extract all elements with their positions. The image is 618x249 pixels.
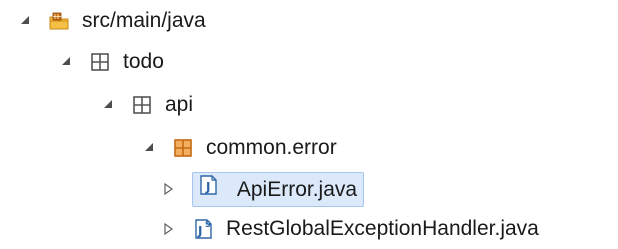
java-file-icon: J bbox=[197, 174, 219, 196]
expanded-triangle-icon[interactable] bbox=[59, 55, 73, 69]
tree-node-apierror-java[interactable]: J ApiError.java bbox=[162, 171, 365, 207]
package-icon bbox=[131, 94, 153, 116]
tree-node-src-main-java[interactable]: src/main/java bbox=[18, 4, 209, 38]
tree-node-label: common.error bbox=[206, 136, 337, 159]
tree-node-label: src/main/java bbox=[82, 9, 206, 32]
project-explorer-tree: src/main/java todo api common.error J Ap… bbox=[0, 0, 618, 249]
java-source-icon-with-s-overlay: J S bbox=[192, 218, 214, 240]
tree-node-todo[interactable]: todo bbox=[59, 45, 167, 79]
tree-node-restglobalexceptionhandler-java[interactable]: J S RestGlobalExceptionHandler.java bbox=[162, 212, 618, 246]
tree-node-api[interactable]: api bbox=[101, 88, 196, 122]
tree-node-label: ApiError.java bbox=[236, 177, 358, 201]
expanded-triangle-icon[interactable] bbox=[142, 141, 156, 155]
package-icon bbox=[89, 51, 111, 73]
selected-tree-node[interactable]: J ApiError.java bbox=[192, 171, 365, 207]
collapsed-triangle-icon[interactable] bbox=[162, 182, 176, 196]
package-icon bbox=[172, 137, 194, 159]
tree-node-label: RestGlobalExceptionHandler.java bbox=[226, 217, 539, 240]
source-folder-icon bbox=[48, 10, 70, 32]
expanded-triangle-icon[interactable] bbox=[101, 98, 115, 112]
svg-text:S: S bbox=[205, 220, 211, 229]
tree-node-common-error[interactable]: common.error bbox=[142, 131, 340, 165]
expanded-triangle-icon[interactable] bbox=[18, 14, 32, 28]
svg-text:J: J bbox=[197, 224, 202, 238]
svg-text:J: J bbox=[205, 180, 210, 194]
collapsed-triangle-icon[interactable] bbox=[162, 222, 176, 236]
tree-node-label: api bbox=[165, 93, 194, 116]
tree-node-label: todo bbox=[123, 50, 164, 73]
